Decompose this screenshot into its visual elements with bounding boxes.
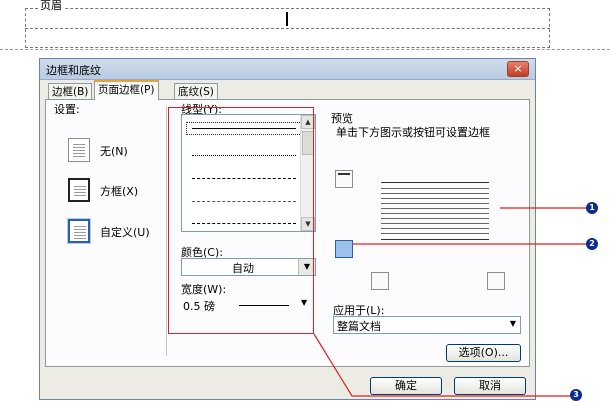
tab-page-border[interactable]: 页面边框(P): [94, 80, 159, 100]
callout-1: 1: [586, 202, 598, 214]
callout-2: 2: [586, 238, 598, 250]
callout-line-3: [313, 333, 580, 397]
callout-lines: [313, 207, 586, 397]
callout-3: 3: [570, 389, 582, 401]
